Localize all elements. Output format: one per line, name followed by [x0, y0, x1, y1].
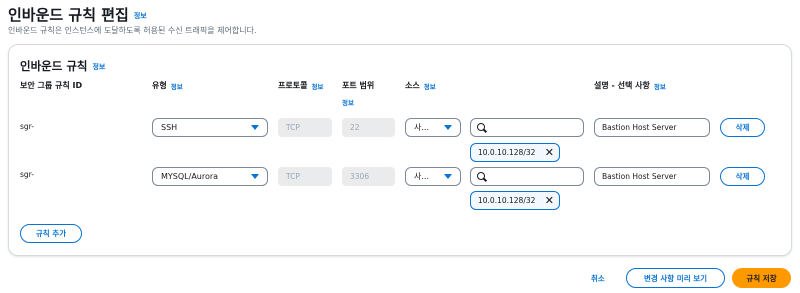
- protocol-field: TCP: [278, 118, 332, 137]
- source-select[interactable]: 사...: [405, 118, 461, 137]
- source-select[interactable]: 사...: [405, 167, 461, 186]
- column-header-type-label: 유형: [152, 81, 167, 90]
- section-title-text: 인바운드 규칙: [20, 59, 88, 73]
- caret-down-icon: [444, 174, 452, 179]
- source-select-value: 사...: [414, 123, 429, 132]
- cancel-button[interactable]: 취소: [591, 273, 605, 284]
- search-icon: [477, 122, 487, 133]
- type-select[interactable]: SSH: [152, 118, 268, 137]
- page-description: 인바운드 규칙은 인스턴스에 도달하도록 허용된 수신 트래픽을 제어합니다.: [8, 26, 257, 35]
- column-header-description: 설명 - 선택 사항 정보: [594, 80, 666, 91]
- type-select-value: SSH: [161, 123, 178, 132]
- page-title: 인바운드 규칙 편집 정보: [8, 4, 147, 25]
- column-header-protocol: 프로토콜 정보: [278, 80, 323, 91]
- source-token-label: 10.0.10.128/32: [478, 196, 536, 205]
- save-rules-button[interactable]: 규칙 저장: [732, 268, 791, 288]
- delete-button[interactable]: 삭제: [720, 118, 765, 137]
- source-search-input[interactable]: [470, 167, 584, 186]
- page-title-text: 인바운드 규칙 편집: [8, 6, 129, 24]
- caret-down-icon: [444, 125, 452, 130]
- column-header-rule-id: 보안 그룹 규칙 ID: [20, 81, 83, 90]
- caret-down-icon: [251, 174, 259, 179]
- section-info-link[interactable]: 정보: [92, 63, 105, 71]
- type-info-link[interactable]: 정보: [171, 83, 183, 91]
- port-info-link[interactable]: 정보: [342, 97, 354, 107]
- close-icon[interactable]: ✕: [545, 194, 554, 207]
- description-info-link[interactable]: 정보: [654, 83, 666, 91]
- source-token: 10.0.10.128/32 ✕: [470, 143, 560, 162]
- section-title: 인바운드 규칙 정보: [20, 58, 105, 74]
- column-header-source: 소스 정보: [405, 80, 436, 91]
- column-header-description-label: 설명 - 선택 사항: [594, 81, 650, 90]
- column-header-port-range: 포트 범위: [342, 81, 375, 90]
- delete-button[interactable]: 삭제: [720, 167, 765, 186]
- column-header-protocol-label: 프로토콜: [278, 81, 308, 90]
- port-range-field: 22: [342, 118, 395, 137]
- type-select-value: MYSQL/Aurora: [161, 172, 219, 181]
- inbound-rules-panel: [8, 44, 792, 256]
- column-header-source-label: 소스: [405, 81, 420, 90]
- close-icon[interactable]: ✕: [545, 146, 554, 159]
- source-token: 10.0.10.128/32 ✕: [470, 191, 560, 210]
- description-input[interactable]: Bastion Host Server: [594, 118, 710, 137]
- description-input[interactable]: Bastion Host Server: [594, 167, 710, 186]
- rule-id: sgr-: [20, 122, 34, 131]
- rule-id: sgr-: [20, 170, 34, 179]
- column-header-type: 유형 정보: [152, 80, 183, 91]
- preview-changes-button[interactable]: 변경 사항 미리 보기: [626, 268, 725, 288]
- source-token-label: 10.0.10.128/32: [478, 148, 536, 157]
- protocol-field: TCP: [278, 167, 332, 186]
- page-info-link[interactable]: 정보: [134, 12, 147, 20]
- source-search-input[interactable]: [470, 118, 584, 137]
- source-select-value: 사...: [414, 172, 429, 181]
- search-icon: [477, 171, 487, 182]
- protocol-info-link[interactable]: 정보: [311, 83, 323, 91]
- port-range-field: 3306: [342, 167, 395, 186]
- add-rule-button[interactable]: 규칙 추가: [20, 224, 82, 243]
- caret-down-icon: [251, 125, 259, 130]
- type-select[interactable]: MYSQL/Aurora: [152, 167, 268, 186]
- source-info-link[interactable]: 정보: [424, 83, 436, 91]
